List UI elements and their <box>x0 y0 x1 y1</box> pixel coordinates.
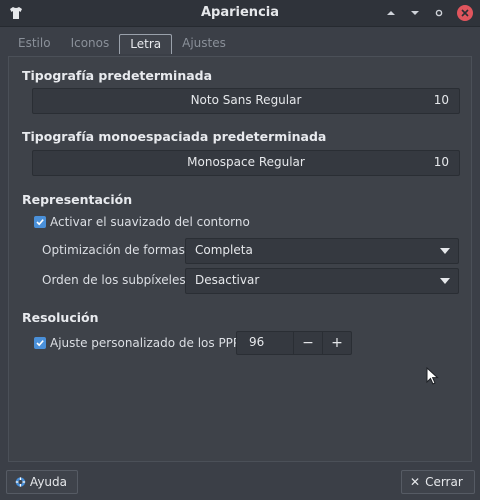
hinting-dropdown[interactable]: Completa <box>185 238 459 264</box>
dpi-value[interactable]: 96 <box>237 332 294 354</box>
checkmark-icon <box>36 219 44 226</box>
antialias-checkbox[interactable] <box>34 216 46 228</box>
default-font-heading: Tipografía predeterminada <box>22 68 213 83</box>
title-bar: Apariencia <box>0 0 480 27</box>
dpi-decrease-button[interactable]: − <box>294 332 323 354</box>
minimize-icon <box>387 11 395 15</box>
shade-button[interactable] <box>407 5 423 21</box>
minimize-button[interactable] <box>383 5 399 21</box>
antialias-checkbox-row[interactable]: Activar el suavizado del contorno <box>34 215 250 229</box>
tab-iconos[interactable]: Iconos <box>61 34 120 54</box>
maximize-button[interactable] <box>431 5 447 21</box>
close-x-icon: ✕ <box>410 475 421 489</box>
dpi-checkbox[interactable] <box>34 337 46 349</box>
maximize-icon <box>435 9 443 17</box>
help-lifebuoy-icon <box>15 477 26 487</box>
hinting-value: Completa <box>195 243 253 257</box>
mono-font-size: 10 <box>433 155 449 169</box>
fonts-panel: Tipografía predeterminada Noto Sans Regu… <box>8 56 472 462</box>
checkmark-icon <box>36 340 44 347</box>
hinting-label: Optimización de formas: <box>42 243 189 257</box>
tab-estilo[interactable]: Estilo <box>8 34 61 54</box>
shade-icon <box>411 11 419 15</box>
dpi-label: Ajuste personalizado de los PPP: <box>50 336 245 350</box>
subpixel-value: Desactivar <box>195 273 260 287</box>
close-label: Cerrar <box>425 475 463 489</box>
close-window-button[interactable] <box>457 5 473 21</box>
dropdown-arrow-icon <box>440 248 450 254</box>
tab-letra[interactable]: Letra <box>119 34 173 54</box>
dpi-checkbox-row[interactable]: Ajuste personalizado de los PPP: <box>34 336 244 350</box>
rendering-heading: Representación <box>22 192 133 207</box>
mono-font-button[interactable]: Monospace Regular 10 <box>32 150 460 176</box>
dropdown-arrow-icon <box>440 278 450 284</box>
tab-bar: Estilo Iconos Letra Ajustes <box>8 34 236 54</box>
tab-ajustes[interactable]: Ajustes <box>172 34 236 54</box>
default-font-size: 10 <box>433 93 449 107</box>
default-font-button[interactable]: Noto Sans Regular 10 <box>32 88 460 114</box>
antialias-label: Activar el suavizado del contorno <box>50 215 250 229</box>
help-button[interactable]: Ayuda <box>6 470 78 494</box>
subpixel-dropdown[interactable]: Desactivar <box>185 268 459 294</box>
default-font-name: Noto Sans Regular <box>190 93 302 107</box>
mouse-cursor-icon <box>426 367 439 385</box>
dpi-increase-button[interactable]: + <box>323 332 351 354</box>
mono-font-name: Monospace Regular <box>187 155 305 169</box>
help-label: Ayuda <box>29 475 67 489</box>
close-button[interactable]: ✕ Cerrar <box>401 470 475 494</box>
dpi-spinbox: 96 − + <box>236 331 352 355</box>
resolution-heading: Resolución <box>22 310 99 325</box>
close-icon <box>461 9 469 17</box>
mono-font-heading: Tipografía monoespaciada predeterminada <box>22 129 327 144</box>
subpixel-label: Orden de los subpíxeles: <box>42 273 190 287</box>
